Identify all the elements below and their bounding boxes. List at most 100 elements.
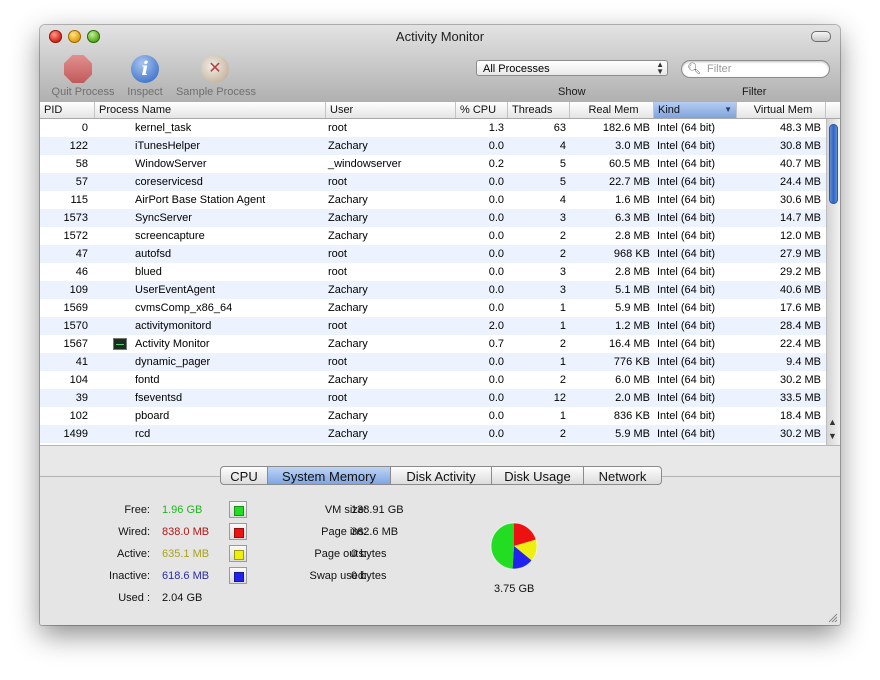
free-value: 1.96 GB <box>162 504 203 516</box>
column-header-cpu[interactable]: % CPU <box>456 102 508 118</box>
process-name-cell: coreservicesd <box>135 176 203 188</box>
column-header-pid[interactable]: PID <box>40 102 95 118</box>
stopwatch-icon: ✕ <box>201 55 229 83</box>
toolbar-toggle-button[interactable] <box>811 31 831 42</box>
free-label: Free: <box>124 504 150 516</box>
column-header-real-mem[interactable]: Real Mem <box>570 102 654 118</box>
table-header: PID Process Name User % CPU Threads Real… <box>40 102 840 119</box>
pid-cell: 57 <box>75 176 88 188</box>
scroll-down-arrow-icon[interactable]: ▼ <box>828 431 837 441</box>
table-row[interactable]: 1569 cvmsComp_x86_64 Zachary 0.0 1 5.9 MB Inte… <box>40 299 826 317</box>
inspect-label: Inspect <box>127 86 163 98</box>
process-name-cell: autofsd <box>135 248 172 260</box>
virtual-mem-cell: 30.2 MB <box>780 428 821 440</box>
process-filter-select[interactable]: All Processes ▲ ▼ <box>476 60 668 76</box>
table-row[interactable]: 104 fontd Zachary 0.0 2 6.0 MB Intel (64 bit) 3… <box>40 371 826 389</box>
real-mem-cell: 6.0 MB <box>615 374 650 386</box>
column-header-threads-label: Threads <box>512 104 553 116</box>
cpu-cell: 0.0 <box>488 410 504 422</box>
free-color-square <box>234 506 244 516</box>
column-header-pid-label: PID <box>44 104 63 116</box>
wired-color-swatch[interactable] <box>229 523 247 540</box>
table-row[interactable]: 115 AirPort Base Station Agent Zachary 0.0 4… <box>40 191 826 209</box>
cpu-cell: 2.0 <box>488 320 504 332</box>
column-header-threads[interactable]: Threads <box>508 102 570 118</box>
process-name-cell: blued <box>135 266 162 278</box>
pid-cell: 1567 <box>63 338 88 350</box>
column-header-process-name[interactable]: Process Name <box>95 102 326 118</box>
tab-network[interactable]: Network <box>584 466 662 485</box>
threads-cell: 4 <box>559 140 566 152</box>
threads-cell: 63 <box>553 122 566 134</box>
scrollbar-thumb[interactable] <box>829 124 838 204</box>
user-cell: Zachary <box>328 284 368 296</box>
table-row[interactable]: 47 autofsd root 0.0 2 968 KB Intel (64 bit) 27.… <box>40 245 826 263</box>
sample-process-button[interactable]: ✕ Sample Process <box>173 55 259 101</box>
cpu-cell: 0.0 <box>488 284 504 296</box>
table-row[interactable]: 46 blued root 0.0 3 2.8 MB Intel (64 bit) 29.2 … <box>40 263 826 281</box>
threads-cell: 5 <box>559 176 566 188</box>
swap-used-value: 0 bytes <box>351 570 387 582</box>
threads-cell: 1 <box>559 320 566 332</box>
tab-system-memory[interactable]: System Memory <box>268 466 391 485</box>
table-row[interactable]: 109 UserEventAgent Zachary 0.0 3 5.1 MB Intel … <box>40 281 826 299</box>
table-row[interactable]: 57 coreservicesd root 0.0 5 22.7 MB Intel (64 … <box>40 173 826 191</box>
real-mem-cell: 22.7 MB <box>609 176 650 188</box>
tab-disk-activity[interactable]: Disk Activity <box>391 466 492 485</box>
kind-cell: Intel (64 bit) <box>657 374 716 386</box>
table-row[interactable]: 39 fseventsd root 0.0 12 2.0 MB Intel (64 bit)… <box>40 389 826 407</box>
threads-cell: 3 <box>559 212 566 224</box>
tab-cpu[interactable]: CPU <box>220 466 268 485</box>
vertical-scrollbar[interactable]: ▲ ▼ <box>826 119 840 445</box>
toolbar: Activity Monitor Quit Process i Inspect … <box>40 25 840 103</box>
quit-process-button[interactable]: Quit Process <box>48 55 118 101</box>
filter-search-field[interactable]: 🔍︎ Filter <box>681 60 830 78</box>
threads-cell: 4 <box>559 194 566 206</box>
real-mem-cell: 3.0 MB <box>615 140 650 152</box>
user-cell: root <box>328 356 347 368</box>
info-icon: i <box>131 55 159 83</box>
table-row[interactable]: 102 pboard Zachary 0.0 1 836 KB Intel (64 bit)… <box>40 407 826 425</box>
virtual-mem-cell: 28.4 MB <box>780 320 821 332</box>
virtual-mem-cell: 30.6 MB <box>780 194 821 206</box>
column-header-virtual-mem[interactable]: Virtual Mem <box>737 102 826 118</box>
real-mem-cell: 836 KB <box>613 410 650 422</box>
threads-cell: 5 <box>559 158 566 170</box>
table-row[interactable]: 1499 rcd Zachary 0.0 2 5.9 MB Intel (64 bit) 30… <box>40 425 826 443</box>
cpu-cell: 0.0 <box>488 140 504 152</box>
virtual-mem-cell: 29.2 MB <box>780 266 821 278</box>
table-row[interactable]: 41 dynamic_pager root 0.0 1 776 KB Intel (64 b… <box>40 353 826 371</box>
pid-cell: 1572 <box>63 230 88 242</box>
kind-cell: Intel (64 bit) <box>657 158 716 170</box>
table-row[interactable]: 1567 Activity Monitor Zachary 0.7 2 16.4 MB In… <box>40 335 826 353</box>
scroll-up-arrow-icon[interactable]: ▲ <box>828 417 837 427</box>
inspect-button[interactable]: i Inspect <box>124 55 166 101</box>
process-name-cell: WindowServer <box>135 158 207 170</box>
tab-disk-usage[interactable]: Disk Usage <box>492 466 584 485</box>
process-name-cell: fseventsd <box>135 392 183 404</box>
table-row[interactable]: 58 WindowServer _windowserver 0.2 5 60.5 MB In… <box>40 155 826 173</box>
table-row[interactable]: 122 iTunesHelper Zachary 0.0 4 3.0 MB Intel (6… <box>40 137 826 155</box>
active-color-swatch[interactable] <box>229 545 247 562</box>
table-row[interactable]: 1573 SyncServer Zachary 0.0 3 6.3 MB Intel (64… <box>40 209 826 227</box>
column-header-user[interactable]: User <box>326 102 456 118</box>
sort-descending-icon: ▼ <box>724 105 732 114</box>
virtual-mem-cell: 30.2 MB <box>780 374 821 386</box>
column-header-cpu-label: % CPU <box>460 104 497 116</box>
vm-size-value: 138.91 GB <box>351 504 404 516</box>
active-value: 635.1 MB <box>162 548 210 560</box>
table-row[interactable]: 1570 activitymonitord root 2.0 1 1.2 MB Intel … <box>40 317 826 335</box>
process-name-cell: rcd <box>135 428 151 440</box>
table-row[interactable]: 0 kernel_task root 1.3 63 182.6 MB Intel (64 b… <box>40 119 826 137</box>
kind-cell: Intel (64 bit) <box>657 122 716 134</box>
free-color-swatch[interactable] <box>229 501 247 518</box>
inactive-color-swatch[interactable] <box>229 567 247 584</box>
real-mem-cell: 968 KB <box>613 248 650 260</box>
column-header-kind[interactable]: Kind ▼ <box>654 102 737 118</box>
resize-grip-icon[interactable] <box>828 613 838 623</box>
table-row[interactable]: 1572 screencapture Zachary 0.0 2 2.8 MB Intel … <box>40 227 826 245</box>
process-name-cell: AirPort Base Station Agent <box>135 194 266 206</box>
user-cell: Zachary <box>328 140 368 152</box>
threads-cell: 1 <box>559 356 566 368</box>
process-name-cell: kernel_task <box>135 122 192 134</box>
